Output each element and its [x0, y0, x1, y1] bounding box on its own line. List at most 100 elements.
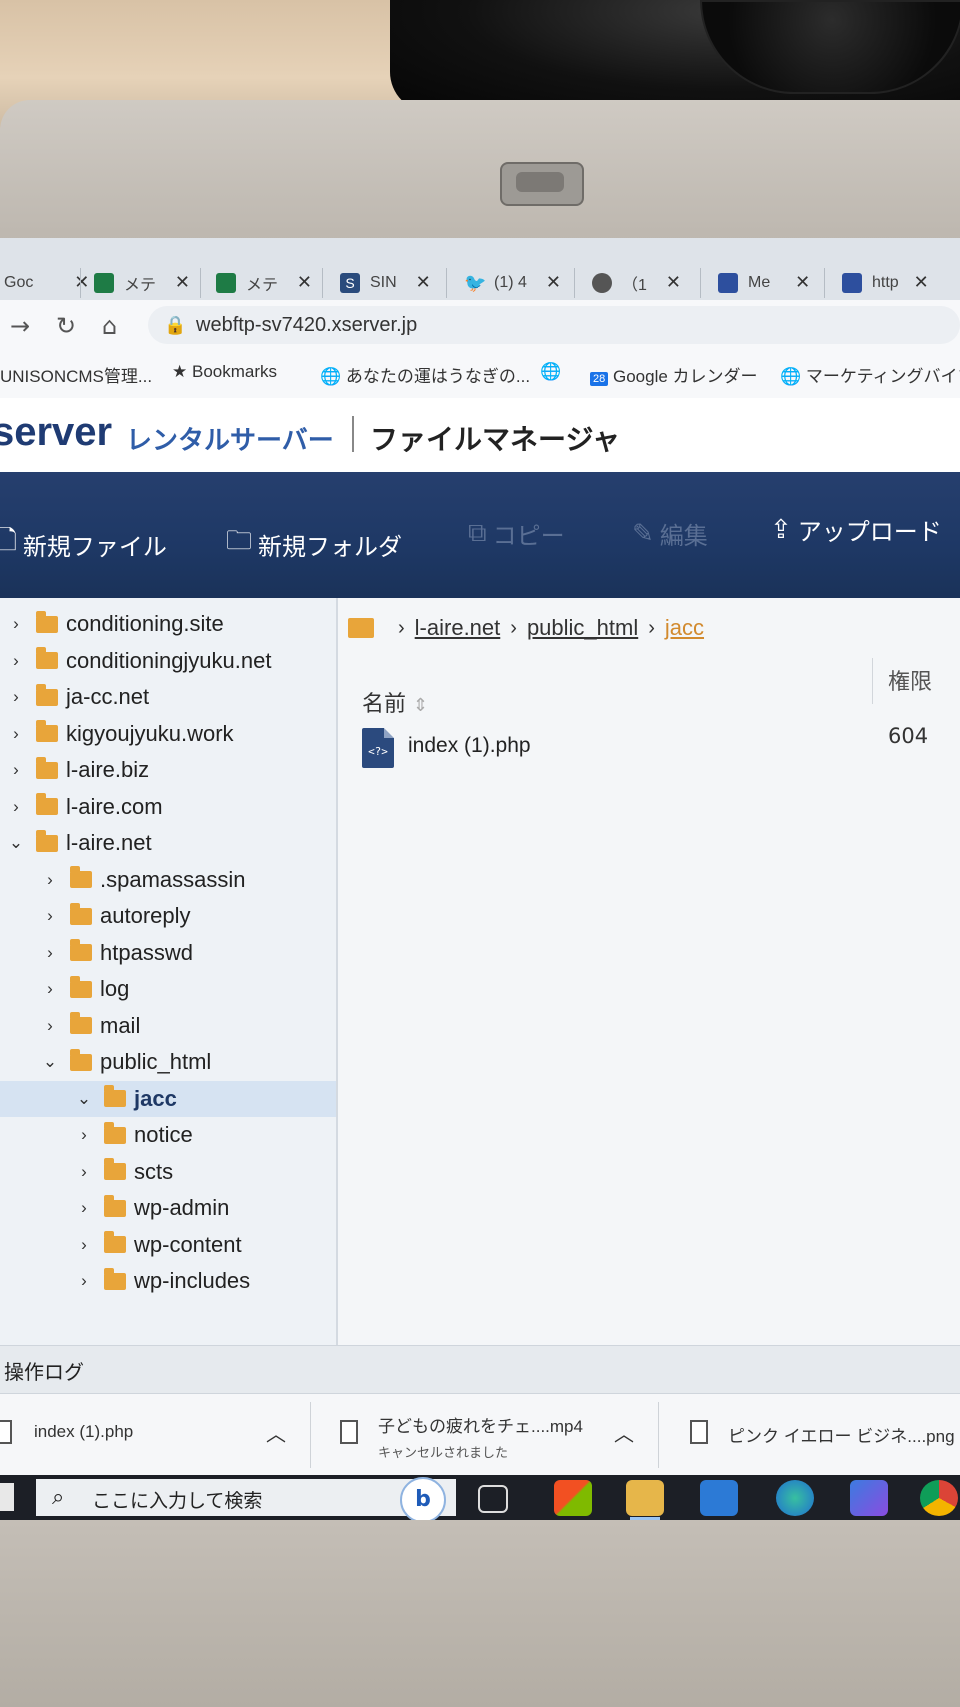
chevron-right-icon[interactable]: ›: [72, 1125, 96, 1145]
chevron-down-icon[interactable]: ⌄: [38, 1052, 62, 1072]
close-icon[interactable]: ✕: [914, 272, 929, 293]
tree-item[interactable]: › l-aire.biz: [4, 752, 149, 788]
tree-item[interactable]: › notice: [72, 1117, 193, 1153]
chevron-up-icon[interactable]: ︿: [614, 1418, 634, 1447]
bookmark-item[interactable]: 28 Google カレンダー: [590, 362, 758, 387]
bookmark-item[interactable]: 🌐: [540, 362, 561, 382]
tree-item-selected[interactable]: ⌄ jacc: [0, 1080, 336, 1117]
chevron-right-icon[interactable]: ›: [38, 943, 62, 963]
mail-icon[interactable]: [700, 1480, 738, 1516]
tree-item[interactable]: ⌄ public_html: [38, 1044, 211, 1080]
chevron-down-icon[interactable]: ⌄: [72, 1089, 96, 1109]
browser-tab[interactable]: メテ ✕: [216, 266, 312, 300]
reload-icon[interactable]: ↻: [56, 312, 76, 340]
url-field[interactable]: 🔒 webftp-sv7420.xserver.jp: [148, 306, 960, 344]
tree-item[interactable]: › wp-includes: [72, 1263, 250, 1299]
close-icon[interactable]: ✕: [175, 272, 190, 293]
chevron-right-icon[interactable]: ›: [4, 687, 28, 707]
tree-item[interactable]: › log: [38, 971, 129, 1007]
browser-tab[interactable]: Me ✕: [718, 266, 810, 300]
close-icon[interactable]: ✕: [546, 272, 561, 293]
tree-item[interactable]: › wp-admin: [72, 1190, 229, 1226]
breadcrumb-item[interactable]: l-aire.net: [415, 615, 501, 641]
download-item[interactable]: index (1).php ︿: [0, 1394, 310, 1476]
start-icon[interactable]: [0, 1483, 14, 1511]
chevron-right-icon[interactable]: ›: [4, 797, 28, 817]
chevron-right-icon[interactable]: ›: [4, 614, 28, 634]
file-explorer-icon[interactable]: [626, 1480, 664, 1520]
tree-item[interactable]: › .spamassassin: [38, 862, 246, 898]
close-icon[interactable]: ✕: [74, 272, 89, 293]
copilot-icon[interactable]: [850, 1480, 888, 1516]
close-icon[interactable]: ✕: [297, 272, 312, 293]
chevron-right-icon[interactable]: ›: [72, 1235, 96, 1255]
chevron-right-icon[interactable]: ›: [38, 870, 62, 890]
bookmark-item[interactable]: 🌐 あなたの運はうなぎの...: [320, 362, 530, 387]
breadcrumb-item[interactable]: public_html: [527, 615, 638, 641]
bookmark-item[interactable]: 🌐 マーケティングバイブル: [780, 362, 960, 387]
chevron-right-icon[interactable]: ›: [38, 979, 62, 999]
new-folder-button[interactable]: 🗀 新規フォルダ: [226, 522, 402, 566]
chevron-right-icon[interactable]: ›: [38, 906, 62, 926]
bookmark-item[interactable]: ★ Bookmarks: [172, 362, 277, 382]
close-icon[interactable]: ✕: [795, 272, 810, 293]
chevron-right-icon[interactable]: ›: [4, 651, 28, 671]
chevron-right-icon[interactable]: ›: [4, 724, 28, 744]
breadcrumb-current[interactable]: jacc: [665, 615, 704, 641]
chrome-icon[interactable]: [920, 1480, 958, 1516]
tree-item[interactable]: › mail: [38, 1008, 140, 1044]
bookmark-item[interactable]: UNISONCMS管理...: [0, 362, 152, 387]
chevron-right-icon[interactable]: ›: [38, 1016, 62, 1036]
tree-item[interactable]: ⌄ l-aire.net: [4, 825, 152, 861]
bing-icon[interactable]: b: [400, 1477, 446, 1520]
tree-item[interactable]: › conditioningjyuku.net: [4, 643, 271, 679]
browser-tab[interactable]: S SIN ✕: [340, 266, 431, 300]
tree-item[interactable]: › conditioning.site: [4, 606, 224, 642]
operation-log-bar[interactable]: 操作ログ: [0, 1345, 960, 1394]
tree-item-label: jacc: [134, 1085, 177, 1111]
browser-tab[interactable]: 🐦 (1) 4 ✕: [464, 266, 561, 300]
upload-button[interactable]: ⇪ アップロード: [770, 512, 942, 547]
edit-button[interactable]: ✎ 編集: [632, 516, 708, 551]
browser-tab[interactable]: Goc ✕: [4, 266, 89, 300]
chevron-right-icon[interactable]: ›: [72, 1198, 96, 1218]
laptop-screen: Goc ✕ メテ ✕ メテ ✕ S SIN ✕ 🐦 (1) 4 ✕ （1 ✕ M…: [0, 238, 960, 1520]
chevron-right-icon[interactable]: ›: [4, 760, 28, 780]
close-icon[interactable]: ✕: [666, 272, 681, 293]
edge-icon[interactable]: [776, 1480, 814, 1516]
folder-icon[interactable]: [348, 618, 374, 638]
browser-tab[interactable]: http ✕: [842, 266, 929, 300]
tree-item[interactable]: › htpasswd: [38, 935, 193, 971]
close-icon[interactable]: ✕: [416, 272, 431, 293]
download-item[interactable]: 子どもの疲れをチェ....mp4 キャンセルされました ︿: [312, 1394, 658, 1476]
browser-tab[interactable]: （1 ✕: [592, 266, 681, 300]
column-header-name[interactable]: 名前 ⇕: [362, 686, 428, 718]
tree-item[interactable]: › ja-cc.net: [4, 679, 149, 715]
file-name[interactable]: index (1).php: [408, 734, 531, 758]
tree-item[interactable]: › autoreply: [38, 898, 191, 934]
home-icon[interactable]: ⌂: [102, 312, 117, 340]
tree-item[interactable]: › scts: [72, 1154, 173, 1190]
tree-item[interactable]: › wp-content: [72, 1227, 242, 1263]
store-icon[interactable]: [554, 1480, 592, 1516]
chevron-right-icon[interactable]: ›: [72, 1162, 96, 1182]
taskbar-search[interactable]: ⌕ ここに入力して検索: [36, 1479, 456, 1516]
column-header-permission[interactable]: 権限: [888, 664, 932, 696]
tree-item-label: htpasswd: [100, 939, 193, 965]
chevron-right-icon[interactable]: ›: [72, 1271, 96, 1291]
tab-label: （1: [622, 277, 647, 294]
task-view-icon[interactable]: [478, 1485, 508, 1513]
copy-button[interactable]: ⧉ コピー: [468, 516, 565, 551]
tree-item[interactable]: › kigyoujyuku.work: [4, 716, 234, 752]
folder-icon: [70, 1048, 92, 1071]
file-row[interactable]: <?> index (1).php 604: [362, 724, 942, 772]
download-item[interactable]: ピンク イエロー ビジネ....png: [660, 1394, 960, 1476]
chevron-up-icon[interactable]: ︿: [266, 1418, 286, 1447]
browser-tab[interactable]: メテ ✕: [94, 266, 190, 300]
new-file-button[interactable]: 🗋 新規ファイル: [0, 522, 167, 566]
twitter-icon: 🐦: [464, 273, 487, 293]
chevron-down-icon[interactable]: ⌄: [4, 833, 28, 853]
tree-item[interactable]: › l-aire.com: [4, 789, 163, 825]
tree-item-label: .spamassassin: [100, 866, 246, 892]
forward-icon[interactable]: →: [10, 312, 30, 340]
